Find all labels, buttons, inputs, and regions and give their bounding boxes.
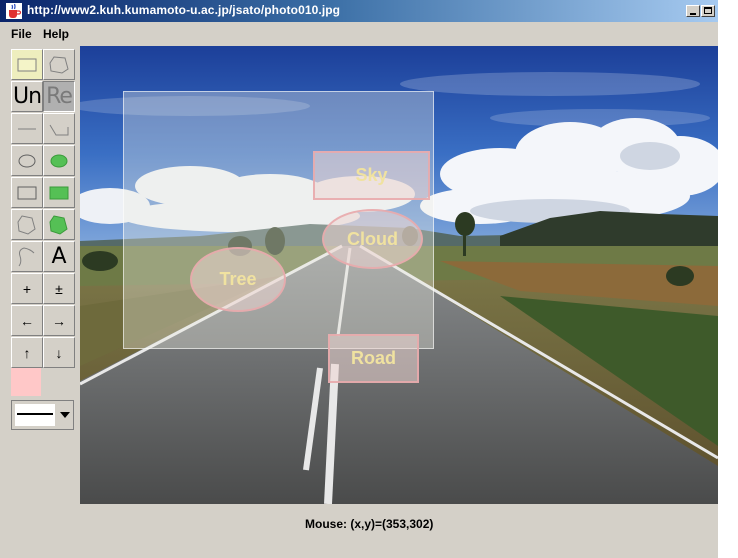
- polygon-outline-icon: [17, 214, 36, 235]
- filled-rectangle-tool-button[interactable]: [43, 177, 75, 208]
- mouse-coordinates-status: Mouse: (x,y)=(353,302): [305, 517, 434, 531]
- move-down-button[interactable]: ↓: [43, 337, 75, 368]
- rectangle-outline-icon: [17, 186, 37, 199]
- label-sky-text: Sky: [355, 165, 388, 185]
- move-left-button[interactable]: ←: [11, 305, 43, 336]
- rectangle-tool-button[interactable]: [11, 177, 43, 208]
- ellipse-filled-icon: [50, 154, 68, 167]
- polyline-tool-button[interactable]: [43, 113, 75, 144]
- move-up-button[interactable]: ↑: [11, 337, 43, 368]
- title-bar[interactable]: http://www2.kuh.kumamoto-u.ac.jp/jsato/p…: [0, 0, 718, 22]
- polygon-filled-icon: [49, 214, 68, 235]
- redo-button[interactable]: Re: [43, 81, 75, 112]
- arrow-left-icon: ←: [20, 312, 34, 329]
- text-tool-label: A: [51, 244, 67, 269]
- menu-bar: File Help: [0, 22, 718, 44]
- zoom-in-button[interactable]: +: [11, 273, 43, 304]
- undo-button[interactable]: Un: [11, 81, 43, 112]
- line-icon: [18, 128, 36, 129]
- zoom-out-button[interactable]: ±: [43, 273, 75, 304]
- polygon-select-icon: [49, 55, 69, 74]
- rectangle-select-icon: [17, 58, 37, 71]
- application-window: http://www2.kuh.kumamoto-u.ac.jp/jsato/p…: [0, 0, 718, 558]
- select-polygon-tool-button[interactable]: [43, 49, 75, 80]
- text-tool-button[interactable]: A: [43, 241, 75, 272]
- zoom-out-label: ±: [55, 280, 63, 297]
- freehand-curve-icon: [18, 247, 35, 266]
- maximize-button[interactable]: [701, 5, 715, 17]
- ellipse-outline-icon: [18, 154, 36, 167]
- label-road-text: Road: [351, 348, 396, 368]
- label-cloud[interactable]: Cloud: [322, 209, 423, 269]
- arrow-right-icon: →: [52, 312, 66, 329]
- image-canvas[interactable]: Sky Cloud Tree Road: [80, 46, 718, 504]
- line-width-preview: [15, 404, 55, 426]
- label-cloud-text: Cloud: [347, 228, 398, 249]
- menu-file[interactable]: File: [11, 27, 32, 41]
- ellipse-tool-button[interactable]: [11, 145, 43, 176]
- line-tool-button[interactable]: [11, 113, 43, 144]
- label-tree[interactable]: Tree: [190, 247, 286, 312]
- color-swatch[interactable]: [11, 368, 41, 396]
- select-rect-tool-button[interactable]: [11, 49, 43, 80]
- arrow-up-icon: ↑: [23, 344, 31, 361]
- filled-ellipse-tool-button[interactable]: [43, 145, 75, 176]
- polyline-icon: [49, 124, 69, 135]
- label-road[interactable]: Road: [328, 334, 419, 383]
- chevron-down-icon: [60, 412, 70, 418]
- window-title: http://www2.kuh.kumamoto-u.ac.jp/jsato/p…: [27, 3, 341, 17]
- zoom-in-label: +: [22, 280, 32, 297]
- java-cup-icon: [6, 3, 22, 19]
- tool-palette: Un Re A + ± ← → ↑ ↓: [8, 46, 78, 506]
- label-overlay-panel: Sky Cloud Tree Road: [123, 91, 434, 383]
- rectangle-filled-icon: [49, 186, 69, 199]
- undo-label: Un: [12, 84, 42, 109]
- label-tree-text: Tree: [219, 269, 257, 289]
- menu-help[interactable]: Help: [43, 27, 69, 41]
- arrow-down-icon: ↓: [55, 344, 63, 361]
- freehand-tool-button[interactable]: [11, 241, 43, 272]
- move-right-button[interactable]: →: [43, 305, 75, 336]
- minimize-button[interactable]: [686, 5, 700, 17]
- line-width-dropdown[interactable]: [11, 400, 74, 430]
- filled-polygon-tool-button[interactable]: [43, 209, 75, 240]
- label-sky[interactable]: Sky: [313, 151, 430, 200]
- polygon-tool-button[interactable]: [11, 209, 43, 240]
- redo-label: Re: [46, 84, 73, 109]
